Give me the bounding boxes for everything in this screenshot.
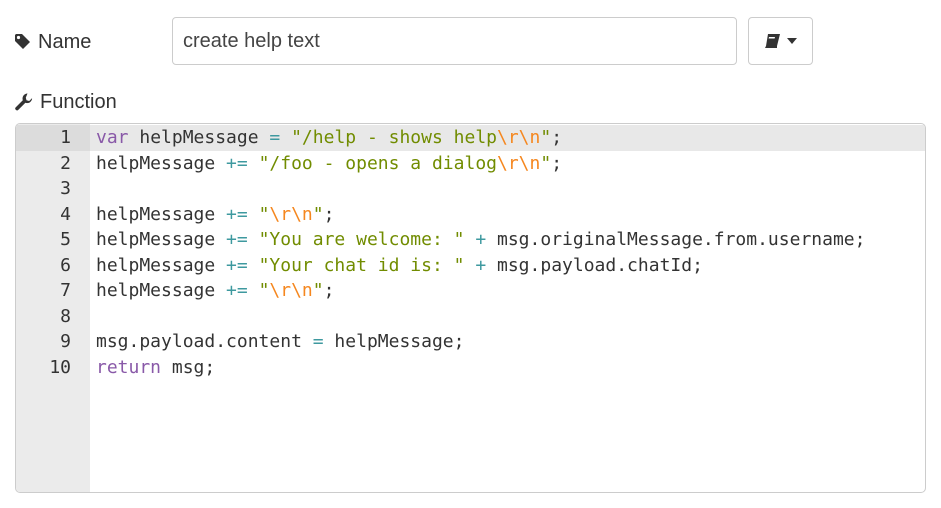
line-number: 6 [60, 254, 71, 276]
line-number: 3 [60, 178, 71, 199]
code-token: var [96, 127, 129, 148]
code-line[interactable]: 10 return msg; [16, 355, 925, 381]
code-token: "Your chat id is: " [258, 254, 465, 276]
code-token: ; [551, 127, 563, 148]
code-token: helpMessage [96, 254, 227, 276]
code-editor[interactable]: 1 var helpMessage = "/help - shows help\r… [15, 123, 926, 493]
code-token: " [258, 203, 270, 225]
code-token: helpMessage [96, 280, 227, 301]
code-token: helpMessage [128, 127, 270, 148]
function-label-text: Function [40, 90, 117, 113]
wrench-icon [15, 93, 33, 111]
library-button[interactable] [748, 17, 813, 65]
code-text[interactable]: var helpMessage = "/help - shows help\r\… [96, 125, 562, 151]
code-text[interactable]: helpMessage += "You are welcome: " + msg… [96, 227, 865, 253]
line-number: 1 [16, 125, 90, 151]
code-text[interactable]: return msg; [96, 355, 215, 381]
code-token: " [258, 280, 270, 301]
code-token: + [475, 229, 487, 250]
line-number: 5 [60, 229, 71, 250]
code-token: msg.payload.chatId; [486, 254, 703, 276]
code-token: helpMessage [96, 229, 227, 250]
line-number: 8 [60, 305, 71, 327]
code-token: \r\n [497, 127, 541, 148]
line-number: 2 [60, 152, 71, 174]
code-token: \r\n [497, 152, 541, 174]
code-line[interactable]: 2 helpMessage += "/foo - opens a dialog\r… [16, 151, 925, 177]
code-token: " [540, 127, 552, 148]
code-token: \r\n [269, 280, 313, 301]
line-number: 9 [60, 331, 71, 352]
code-token: " [312, 203, 324, 225]
book-icon [764, 34, 780, 48]
code-token: helpMessage [96, 152, 227, 174]
line-number: 7 [60, 280, 71, 301]
code-token: \r\n [269, 203, 313, 225]
code-line[interactable]: 4 helpMessage += "\r\n"; [16, 202, 925, 228]
code-token: helpMessage [96, 203, 227, 225]
code-line[interactable]: 9 msg.payload.content = helpMessage; [16, 329, 925, 355]
code-token: ; [323, 280, 335, 301]
code-line[interactable]: 1 var helpMessage = "/help - shows help\r… [16, 125, 925, 151]
code-line[interactable]: 8 [16, 304, 925, 330]
code-token: msg; [161, 356, 216, 378]
code-token: = [269, 127, 281, 148]
name-label: Name [14, 28, 91, 56]
code-token: += [226, 280, 248, 301]
code-token: += [226, 254, 248, 276]
code-line[interactable]: 7 helpMessage += "\r\n"; [16, 278, 925, 304]
code-token: msg.payload.content [96, 331, 313, 352]
code-lines[interactable]: 1 var helpMessage = "/help - shows help\r… [16, 125, 925, 380]
caret-down-icon [786, 38, 797, 44]
function-label: Function [14, 88, 117, 116]
code-token: "/help - shows help [291, 127, 497, 148]
name-label-text: Name [38, 30, 92, 53]
code-token: "You are welcome: " [258, 229, 465, 250]
code-text[interactable]: helpMessage += "/foo - opens a dialog\r\… [96, 151, 562, 177]
code-line[interactable]: 6 helpMessage += "Your chat id is: " + ms… [16, 253, 925, 279]
code-token: + [475, 254, 487, 276]
code-token: "/foo - opens a dialog [258, 152, 497, 174]
code-token: return [96, 356, 162, 378]
code-token: = [312, 331, 324, 352]
code-token: msg.originalMessage.from.username; [486, 229, 866, 250]
code-text[interactable]: msg.payload.content = helpMessage; [96, 329, 464, 355]
line-number: 4 [60, 203, 71, 225]
code-token: helpMessage; [323, 331, 465, 352]
code-token: " [312, 280, 324, 301]
code-token: ; [323, 203, 335, 225]
code-line[interactable]: 3 [16, 176, 925, 202]
code-token: += [226, 152, 248, 174]
code-text[interactable]: helpMessage += "\r\n"; [96, 278, 334, 304]
name-input[interactable] [172, 17, 737, 65]
code-token: ; [551, 152, 563, 174]
code-token: += [226, 229, 248, 250]
code-text[interactable]: helpMessage += "\r\n"; [96, 202, 334, 228]
code-token: " [540, 152, 552, 174]
code-line[interactable]: 5 helpMessage += "You are welcome: " + ms… [16, 227, 925, 253]
code-text[interactable]: helpMessage += "Your chat id is: " + msg… [96, 253, 703, 279]
code-token: += [226, 203, 248, 225]
line-number: 10 [49, 356, 71, 378]
tag-icon [15, 34, 30, 49]
